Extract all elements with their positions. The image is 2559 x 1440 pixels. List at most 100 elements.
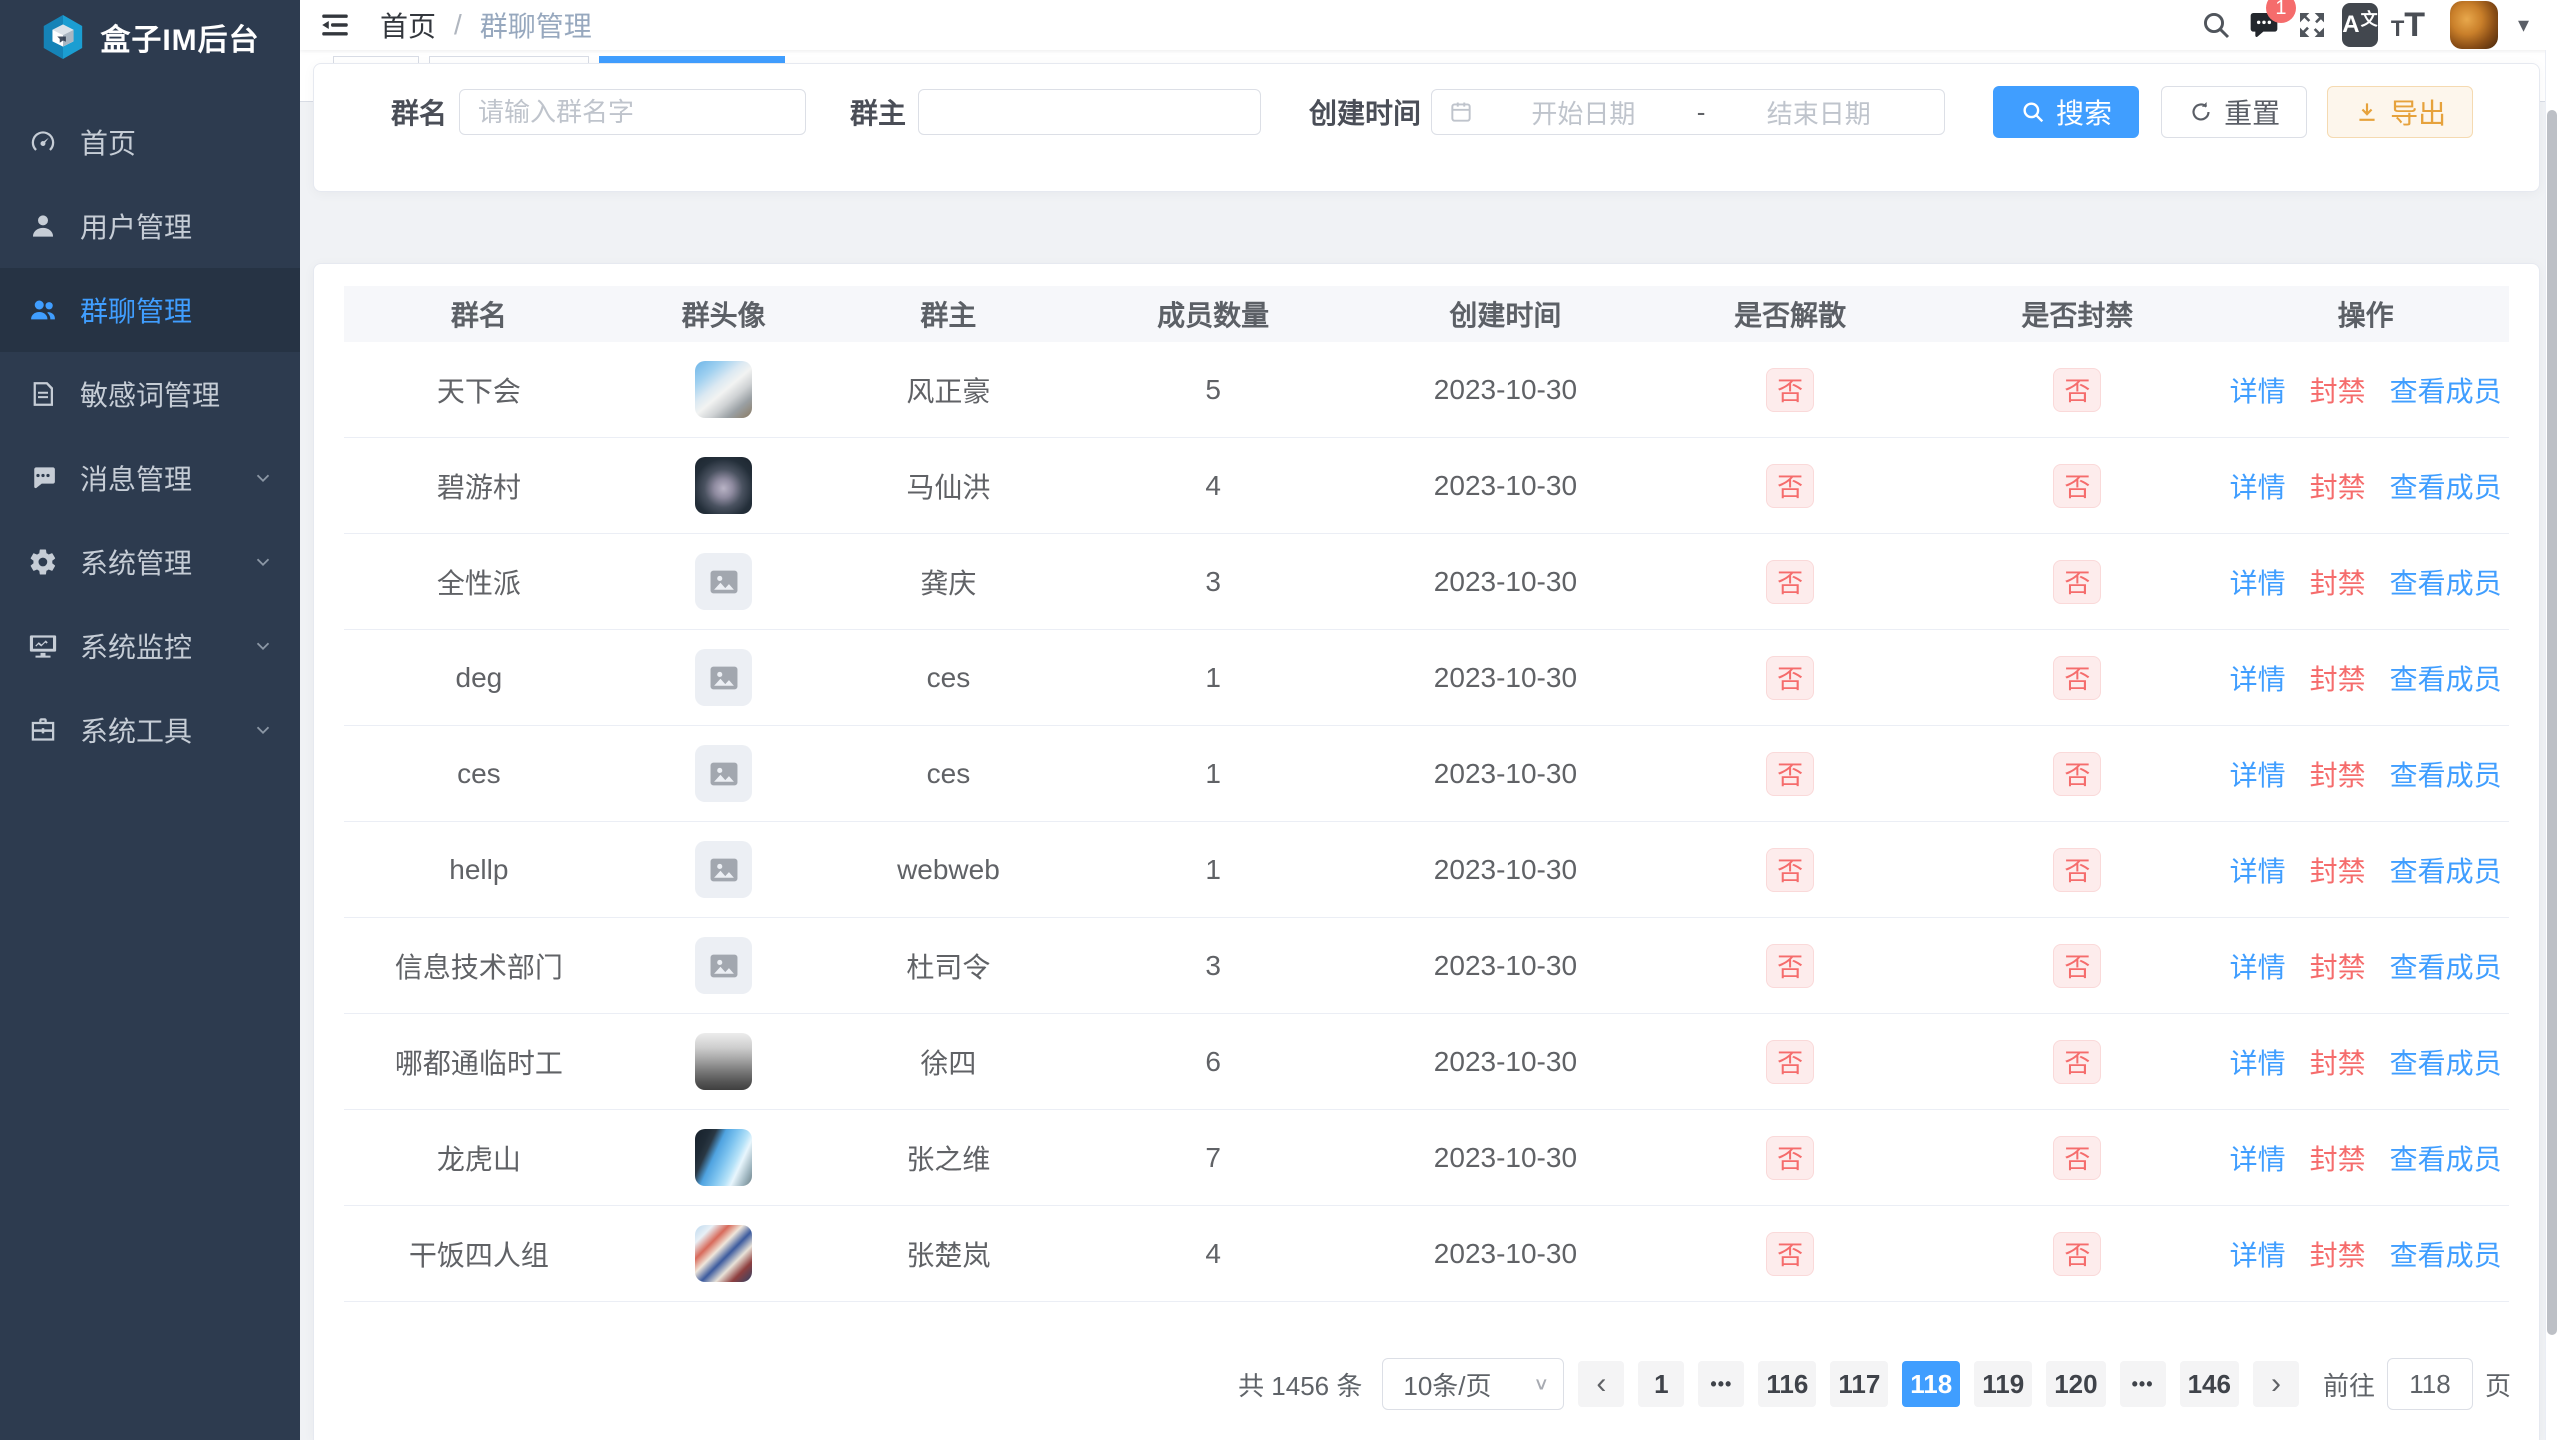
- detail-link[interactable]: 详情: [2230, 850, 2286, 890]
- export-button[interactable]: 导出: [2327, 86, 2473, 138]
- ban-link[interactable]: 封禁: [2310, 946, 2366, 986]
- group-owner-input[interactable]: [918, 89, 1261, 135]
- sidebar-item-label: 系统管理: [80, 542, 252, 582]
- row-actions: 详情封禁查看成员: [2222, 850, 2509, 890]
- ban-link[interactable]: 封禁: [2310, 658, 2366, 698]
- collapse-sidebar-icon[interactable]: [318, 8, 352, 42]
- column-header-群头像: 群头像: [614, 294, 834, 334]
- ban-link[interactable]: 封禁: [2310, 754, 2366, 794]
- detail-link[interactable]: 详情: [2230, 946, 2286, 986]
- next-page-button[interactable]: ›: [2253, 1361, 2299, 1407]
- detail-link[interactable]: 详情: [2230, 1138, 2286, 1178]
- view-members-link[interactable]: 查看成员: [2390, 1138, 2502, 1178]
- goto-page-input[interactable]: [2387, 1358, 2473, 1410]
- table-row: 干饭四人组张楚岚42023-10-30否否详情封禁查看成员: [344, 1206, 2509, 1302]
- sidebar-item-消息管理[interactable]: 消息管理: [0, 436, 300, 520]
- pagination-total: 共 1456 条: [1238, 1366, 1362, 1403]
- created-time-cell: 2023-10-30: [1363, 758, 1648, 790]
- group-name-cell: 干饭四人组: [344, 1234, 614, 1274]
- detail-link[interactable]: 详情: [2230, 1042, 2286, 1082]
- sidebar: 盒子IM后台 首页用户管理群聊管理敏感词管理消息管理系统管理系统监控系统工具: [0, 0, 300, 1440]
- prev-page-button[interactable]: ‹: [1578, 1361, 1624, 1407]
- table-row: 信息技术部门杜司令32023-10-30否否详情封禁查看成员: [344, 918, 2509, 1014]
- sidebar-item-首页[interactable]: 首页: [0, 100, 300, 184]
- banned-badge: 否: [2053, 1136, 2101, 1180]
- sidebar-item-系统监控[interactable]: 系统监控: [0, 604, 300, 688]
- message-count-badge: 1: [2266, 0, 2296, 23]
- sidebar-item-系统工具[interactable]: 系统工具: [0, 688, 300, 772]
- start-date-placeholder[interactable]: 开始日期: [1474, 94, 1693, 131]
- ban-link[interactable]: 封禁: [2310, 1042, 2366, 1082]
- page-button-116[interactable]: 116: [1758, 1361, 1816, 1407]
- font-size-icon[interactable]: TT: [2390, 7, 2426, 43]
- detail-link[interactable]: 详情: [2230, 658, 2286, 698]
- caret-down-icon[interactable]: ▾: [2518, 12, 2529, 38]
- ban-link[interactable]: 封禁: [2310, 1234, 2366, 1274]
- detail-link[interactable]: 详情: [2230, 466, 2286, 506]
- table-row: 龙虎山张之维72023-10-30否否详情封禁查看成员: [344, 1110, 2509, 1206]
- page-button-117[interactable]: 117: [1830, 1361, 1888, 1407]
- group-owner-cell: 马仙洪: [834, 466, 1064, 506]
- logo[interactable]: 盒子IM后台: [0, 0, 300, 74]
- page-button-1[interactable]: 1: [1638, 1361, 1684, 1407]
- ban-link[interactable]: 封禁: [2310, 1138, 2366, 1178]
- sidebar-item-系统管理[interactable]: 系统管理: [0, 520, 300, 604]
- gear-icon: [28, 547, 58, 577]
- view-members-link[interactable]: 查看成员: [2390, 658, 2502, 698]
- page-size-select[interactable]: 10条/页∨: [1382, 1358, 1564, 1410]
- detail-link[interactable]: 详情: [2230, 562, 2286, 602]
- member-count-cell: 1: [1063, 758, 1363, 790]
- detail-link[interactable]: 详情: [2230, 1234, 2286, 1274]
- sidebar-menu: 首页用户管理群聊管理敏感词管理消息管理系统管理系统监控系统工具: [0, 100, 300, 772]
- date-range-picker[interactable]: 开始日期 - 结束日期: [1431, 89, 1945, 135]
- ban-link[interactable]: 封禁: [2310, 370, 2366, 410]
- page-size-value: 10条/页: [1403, 1366, 1491, 1403]
- page-button-119[interactable]: 119: [1974, 1361, 2032, 1407]
- detail-link[interactable]: 详情: [2230, 370, 2286, 410]
- fullscreen-icon[interactable]: [2294, 7, 2330, 43]
- view-members-link[interactable]: 查看成员: [2390, 562, 2502, 602]
- search-icon[interactable]: [2198, 7, 2234, 43]
- row-actions: 详情封禁查看成员: [2222, 1234, 2509, 1274]
- page-button-120[interactable]: 120: [2046, 1361, 2105, 1407]
- view-members-link[interactable]: 查看成员: [2390, 1042, 2502, 1082]
- sidebar-item-用户管理[interactable]: 用户管理: [0, 184, 300, 268]
- view-members-link[interactable]: 查看成员: [2390, 1234, 2502, 1274]
- view-members-link[interactable]: 查看成员: [2390, 466, 2502, 506]
- ban-link[interactable]: 封禁: [2310, 850, 2366, 890]
- user-avatar[interactable]: [2450, 1, 2498, 49]
- group-avatar: [695, 457, 752, 514]
- message-icon[interactable]: 1: [2246, 7, 2282, 43]
- more-pages-button[interactable]: •••: [2120, 1361, 2166, 1407]
- view-members-link[interactable]: 查看成员: [2390, 946, 2502, 986]
- chevron-down-icon: [252, 467, 274, 489]
- ban-link[interactable]: 封禁: [2310, 562, 2366, 602]
- chevron-down-icon: [252, 719, 274, 741]
- page-button-146[interactable]: 146: [2180, 1361, 2239, 1407]
- group-name-cell: 信息技术部门: [344, 946, 614, 986]
- end-date-placeholder[interactable]: 结束日期: [1709, 94, 1928, 131]
- group-avatar: [695, 1129, 752, 1186]
- row-actions: 详情封禁查看成员: [2222, 466, 2509, 506]
- view-members-link[interactable]: 查看成员: [2390, 370, 2502, 410]
- banned-badge: 否: [2053, 560, 2101, 604]
- sidebar-item-敏感词管理[interactable]: 敏感词管理: [0, 352, 300, 436]
- more-pages-button[interactable]: •••: [1698, 1361, 1744, 1407]
- dissolved-badge: 否: [1766, 560, 1814, 604]
- ban-link[interactable]: 封禁: [2310, 466, 2366, 506]
- view-members-link[interactable]: 查看成员: [2390, 754, 2502, 794]
- breadcrumb-home[interactable]: 首页: [380, 5, 436, 45]
- created-time-cell: 2023-10-30: [1363, 566, 1648, 598]
- filter-row: 群名 群主 创建时间 开始日期 - 结束日期 搜索: [344, 86, 2509, 138]
- search-button[interactable]: 搜索: [1993, 86, 2139, 138]
- translate-icon[interactable]: A文: [2342, 7, 2378, 43]
- view-members-link[interactable]: 查看成员: [2390, 850, 2502, 890]
- sidebar-item-群聊管理[interactable]: 群聊管理: [0, 268, 300, 352]
- group-name-input[interactable]: [459, 89, 806, 135]
- reset-button[interactable]: 重置: [2161, 86, 2307, 138]
- page-button-118[interactable]: 118: [1902, 1361, 1960, 1407]
- search-button-label: 搜索: [2056, 92, 2112, 132]
- detail-link[interactable]: 详情: [2230, 754, 2286, 794]
- reset-button-label: 重置: [2224, 92, 2280, 132]
- scrollbar-thumb[interactable]: [2547, 110, 2557, 1335]
